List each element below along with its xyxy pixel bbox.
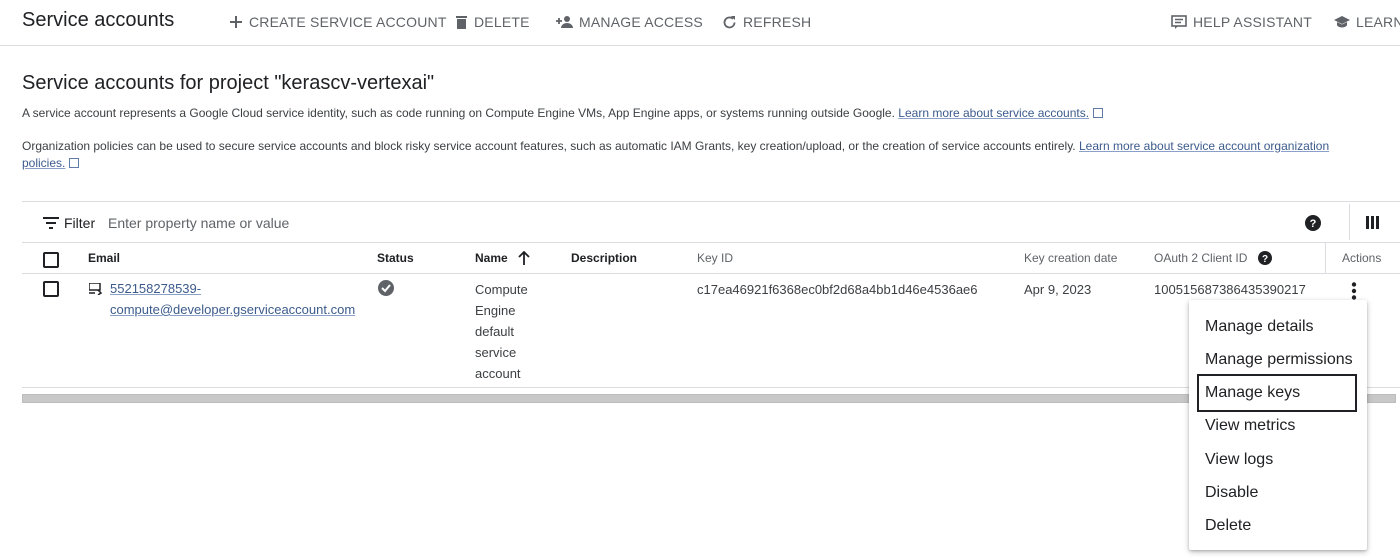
- table-header: Email Status Name Description Key ID Key…: [22, 243, 1400, 274]
- description-2: Organization policies can be used to sec…: [22, 138, 1392, 172]
- create-service-account-button[interactable]: CREATE SERVICE ACCOUNT: [229, 12, 447, 32]
- create-service-account-label: CREATE SERVICE ACCOUNT: [249, 14, 447, 30]
- column-name[interactable]: Name: [475, 251, 508, 265]
- filter-label: Filter: [64, 215, 96, 231]
- menu-item-view-metrics[interactable]: View metrics: [1205, 417, 1295, 435]
- learn-label: LEARN: [1356, 14, 1400, 30]
- filter-icon[interactable]: [43, 217, 59, 229]
- email-line-1[interactable]: 552158278539-: [110, 281, 201, 296]
- description-2-text: Organization policies can be used to sec…: [22, 139, 1076, 153]
- description-1: A service account represents a Google Cl…: [22, 105, 1392, 122]
- external-link-icon: [69, 158, 80, 168]
- name-line: Engine: [475, 303, 516, 318]
- service-account-name: Compute Engine default service account: [475, 279, 528, 384]
- service-account-icon: [89, 283, 103, 295]
- help-assistant-icon: [1171, 14, 1187, 29]
- menu-item-delete[interactable]: Delete: [1205, 517, 1251, 535]
- actions-menu: Manage details Manage permissions Manage…: [1189, 300, 1367, 550]
- name-line: default: [475, 324, 515, 339]
- select-all-checkbox[interactable]: [43, 252, 59, 268]
- key-id: c17ea46921f6368ec0bf2d68a4bb1d46e4536ae6: [697, 282, 978, 297]
- column-oauth-client-id[interactable]: OAuth 2 Client ID: [1154, 251, 1247, 265]
- column-email[interactable]: Email: [88, 251, 120, 265]
- learn-more-org-policies-link-cont[interactable]: policies.: [22, 156, 65, 170]
- learn-more-org-policies-link[interactable]: Learn more about service account organiz…: [1079, 139, 1329, 153]
- column-actions: Actions: [1342, 251, 1382, 265]
- help-assistant-label: HELP ASSISTANT: [1193, 14, 1312, 30]
- name-line: account: [475, 366, 521, 381]
- filter-input[interactable]: [108, 213, 508, 233]
- menu-item-manage-permissions[interactable]: Manage permissions: [1205, 351, 1353, 369]
- row-checkbox[interactable]: [43, 281, 59, 297]
- help-assistant-button[interactable]: HELP ASSISTANT: [1171, 12, 1312, 32]
- actions-divider: [1325, 243, 1326, 274]
- manage-access-label: MANAGE ACCESS: [579, 14, 703, 30]
- learn-more-service-accounts-link[interactable]: Learn more about service accounts.: [898, 106, 1089, 120]
- oauth-client-id: 100515687386435390217: [1154, 282, 1306, 297]
- refresh-button[interactable]: REFRESH: [722, 12, 811, 32]
- menu-item-view-logs[interactable]: View logs: [1205, 451, 1273, 469]
- column-key-creation-date[interactable]: Key creation date: [1024, 251, 1117, 265]
- column-key-id[interactable]: Key ID: [697, 251, 733, 265]
- description-1-text: A service account represents a Google Cl…: [22, 106, 895, 120]
- column-status[interactable]: Status: [377, 251, 414, 265]
- menu-item-manage-details[interactable]: Manage details: [1205, 318, 1314, 336]
- refresh-icon: [723, 15, 736, 28]
- column-description[interactable]: Description: [571, 251, 637, 265]
- external-link-icon: [1093, 108, 1104, 118]
- more-vert-icon[interactable]: [1351, 282, 1357, 300]
- school-icon: [1334, 16, 1350, 28]
- svg-text:?: ?: [1310, 218, 1317, 230]
- learn-button[interactable]: LEARN: [1334, 12, 1400, 32]
- svg-text:?: ?: [1262, 254, 1268, 265]
- top-bar: Service accounts CREATE SERVICE ACCOUNT …: [0, 0, 1400, 46]
- trash-icon: [456, 15, 467, 29]
- filter-divider: [1349, 204, 1350, 240]
- refresh-label: REFRESH: [743, 14, 812, 30]
- filter-bar: Filter ?: [22, 201, 1400, 243]
- name-line: service: [475, 345, 517, 360]
- delete-label: DELETE: [474, 14, 530, 30]
- help-icon[interactable]: ?: [1305, 215, 1321, 231]
- add-person-icon: [556, 16, 573, 28]
- plus-icon: [230, 16, 242, 28]
- menu-item-disable[interactable]: Disable: [1205, 484, 1258, 502]
- service-account-email-link[interactable]: 552158278539- compute@developer.gservice…: [110, 278, 355, 320]
- section-title: Service accounts for project "kerascv-ve…: [22, 72, 435, 94]
- column-display-icon[interactable]: [1366, 216, 1379, 229]
- key-creation-date: Apr 9, 2023: [1024, 282, 1092, 297]
- email-line-2[interactable]: compute@developer.gserviceaccount.com: [110, 302, 355, 317]
- status-enabled-icon: [378, 280, 394, 296]
- delete-button[interactable]: DELETE: [455, 12, 530, 32]
- name-line: Compute: [475, 282, 528, 297]
- sort-ascending-icon[interactable]: [518, 251, 530, 265]
- menu-item-manage-keys[interactable]: Manage keys: [1205, 384, 1300, 402]
- manage-access-button[interactable]: MANAGE ACCESS: [556, 12, 703, 32]
- page-title: Service accounts: [22, 9, 175, 31]
- help-icon[interactable]: ?: [1258, 251, 1272, 265]
